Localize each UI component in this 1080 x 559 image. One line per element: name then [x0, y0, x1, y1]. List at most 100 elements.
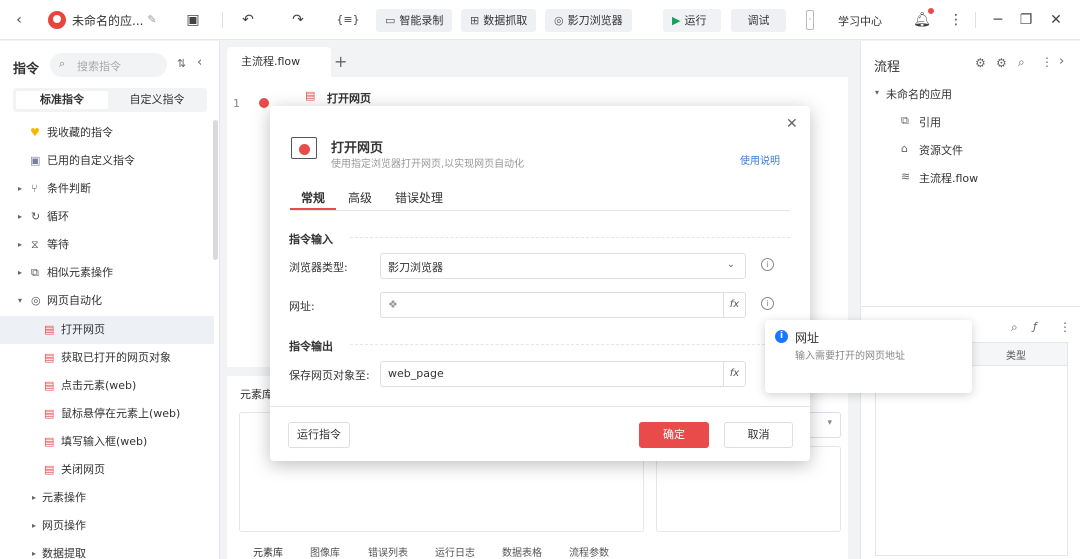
tab-standard[interactable]: 标准指令: [16, 91, 108, 109]
help-link[interactable]: 使用说明: [740, 152, 780, 167]
learning-center-link[interactable]: 学习中心: [838, 13, 882, 29]
list-item[interactable]: ♥ 我收藏的指令: [0, 119, 214, 147]
save-icon[interactable]: ▣: [183, 10, 203, 30]
redo-icon[interactable]: ↷: [288, 10, 308, 30]
tab-advanced[interactable]: 高级: [348, 189, 372, 206]
list-item[interactable]: ▣ 已用的自定义指令: [0, 147, 214, 175]
footer-divider: [270, 406, 810, 407]
search-icon: ⌕: [59, 57, 66, 70]
section-divider: [350, 344, 790, 345]
list-item[interactable]: ▤ 鼠标悬停在元素上(web): [0, 400, 214, 428]
list-item[interactable]: ▸ ↻ 循环: [0, 203, 214, 231]
tab-error-handling[interactable]: 错误处理: [395, 189, 443, 206]
sort-icon[interactable]: ⇅: [177, 57, 186, 70]
gear-add-icon[interactable]: ⚙: [996, 56, 1007, 70]
column-header-type: 类型: [1006, 351, 1026, 362]
app-title: 未命名的应...: [72, 14, 144, 28]
list-item[interactable]: ▸ ⑂ 条件判断: [0, 175, 214, 203]
line-number: 1: [233, 97, 240, 110]
tab-element-library[interactable]: 元素库: [253, 544, 283, 559]
function-icon[interactable]: ƒ: [1033, 320, 1037, 333]
tab-divider: [290, 210, 790, 211]
debug-button[interactable]: 调试: [731, 9, 786, 32]
tree-item-main-flow[interactable]: 主流程.flow: [919, 170, 978, 186]
tooltip-title: 网址: [795, 331, 820, 345]
url-input[interactable]: ❖ fx: [380, 292, 746, 318]
table-icon: ⊞: [470, 14, 480, 27]
tree-item-reference[interactable]: 引用: [919, 114, 941, 130]
tab-general[interactable]: 常规: [301, 189, 325, 206]
run-instruction-button[interactable]: 运行指令: [288, 422, 350, 448]
collapse-icon[interactable]: ‹: [197, 55, 202, 70]
debug-menu-icon[interactable]: ·: [806, 10, 814, 30]
list-item[interactable]: ▤ 点击元素(web): [0, 372, 214, 400]
reference-icon: ⧉: [901, 114, 909, 127]
data-capture-button[interactable]: ⊞ 数据抓取: [461, 9, 537, 32]
tab-run-log[interactable]: 运行日志: [435, 544, 475, 559]
minimize-icon[interactable]: ─: [988, 10, 1008, 30]
globe-icon: ◎: [31, 294, 41, 307]
list-item[interactable]: ▾ ◎ 网页自动化: [0, 287, 214, 315]
scrollbar[interactable]: [213, 120, 218, 260]
close-icon[interactable]: ✕: [786, 116, 798, 132]
fx-button[interactable]: fx: [723, 362, 745, 386]
more-vertical-icon[interactable]: ⋮: [1059, 320, 1071, 334]
tab-custom[interactable]: 自定义指令: [110, 91, 204, 109]
list-item[interactable]: ▸ ⧖ 等待: [0, 231, 214, 259]
copy-icon: ⧉: [31, 266, 39, 279]
search-input[interactable]: ⌕ 搜索指令: [50, 53, 167, 77]
search-placeholder: 搜索指令: [77, 60, 121, 73]
smart-record-button[interactable]: ▭ 智能录制: [376, 9, 453, 32]
browser-type-select[interactable]: 影刀浏览器 ⌄: [380, 253, 746, 279]
list-item[interactable]: ▸ 元素操作: [0, 484, 214, 512]
instruction-panel: 指令 ⌕ 搜索指令 ⇅ ‹ 标准指令 自定义指令 ♥ 我收藏的指令 ▣ 已用的自…: [0, 41, 220, 559]
chevron-down-icon: ▾: [827, 418, 832, 428]
panel-title: 流程: [874, 60, 901, 75]
step-label[interactable]: 打开网页: [327, 90, 371, 106]
info-icon[interactable]: i: [761, 258, 774, 271]
camera-icon: ▭: [385, 14, 396, 27]
tab-data-table[interactable]: 数据表格: [502, 544, 542, 559]
restore-icon[interactable]: ❐: [1016, 10, 1036, 30]
run-button[interactable]: ▶ 运行: [663, 9, 721, 32]
app-logo-icon: [48, 11, 66, 29]
list-item[interactable]: ▤ 获取已打开的网页对象: [0, 344, 214, 372]
list-item[interactable]: ▤ 关闭网页: [0, 456, 214, 484]
search-icon[interactable]: ⌕: [1018, 55, 1025, 70]
tree-root[interactable]: 未命名的应用: [886, 86, 952, 102]
chevron-right-icon[interactable]: ›: [1059, 54, 1064, 69]
list-item[interactable]: ▸ 网页操作: [0, 512, 214, 540]
tree-item-resources[interactable]: 资源文件: [919, 142, 963, 158]
tab-error-list[interactable]: 错误列表: [368, 544, 408, 559]
chevron-right-icon: ▸: [32, 549, 37, 558]
list-item[interactable]: ▸ 数据提取: [0, 540, 214, 559]
settings-icon[interactable]: ⚙: [975, 56, 986, 70]
info-icon[interactable]: i: [761, 297, 774, 310]
section-divider: [350, 237, 790, 238]
more-vertical-icon[interactable]: ⋮: [1041, 55, 1053, 69]
fx-button[interactable]: fx: [723, 293, 745, 317]
browser-icon: ▤: [44, 323, 55, 336]
expression-icon[interactable]: {≡}: [334, 10, 362, 30]
tab-flow-params[interactable]: 流程参数: [569, 544, 609, 559]
search-icon[interactable]: ⌕: [1011, 320, 1018, 335]
chevron-right-icon: ▸: [18, 212, 23, 221]
tab-main-flow[interactable]: 主流程.flow: [227, 47, 331, 77]
save-to-input[interactable]: web_page fx: [380, 361, 746, 387]
dialog-title: 打开网页: [331, 141, 384, 156]
list-item[interactable]: ▤ 打开网页: [0, 316, 214, 344]
close-window-icon[interactable]: ✕: [1046, 10, 1066, 30]
cancel-button[interactable]: 取消: [724, 422, 793, 448]
add-tab-icon[interactable]: +: [334, 52, 347, 71]
save-to-value: web_page: [388, 367, 444, 380]
undo-icon[interactable]: ↶: [238, 10, 258, 30]
list-item[interactable]: ▤ 填写输入框(web): [0, 428, 214, 456]
list-item[interactable]: ▸ ⧉ 相似元素操作: [0, 259, 214, 287]
open-webpage-dialog: ✕ 打开网页 使用指定浏览器打开网页,以实现网页自动化 使用说明 常规 高级 错…: [270, 106, 810, 461]
tab-image-library[interactable]: 图像库: [310, 544, 340, 559]
ok-button[interactable]: 确定: [639, 422, 709, 448]
more-vertical-icon[interactable]: ⋮: [946, 10, 966, 30]
edit-icon[interactable]: ✎: [142, 10, 162, 30]
browser-button[interactable]: ◎ 影刀浏览器: [545, 9, 632, 32]
back-icon[interactable]: ‹: [9, 10, 29, 30]
